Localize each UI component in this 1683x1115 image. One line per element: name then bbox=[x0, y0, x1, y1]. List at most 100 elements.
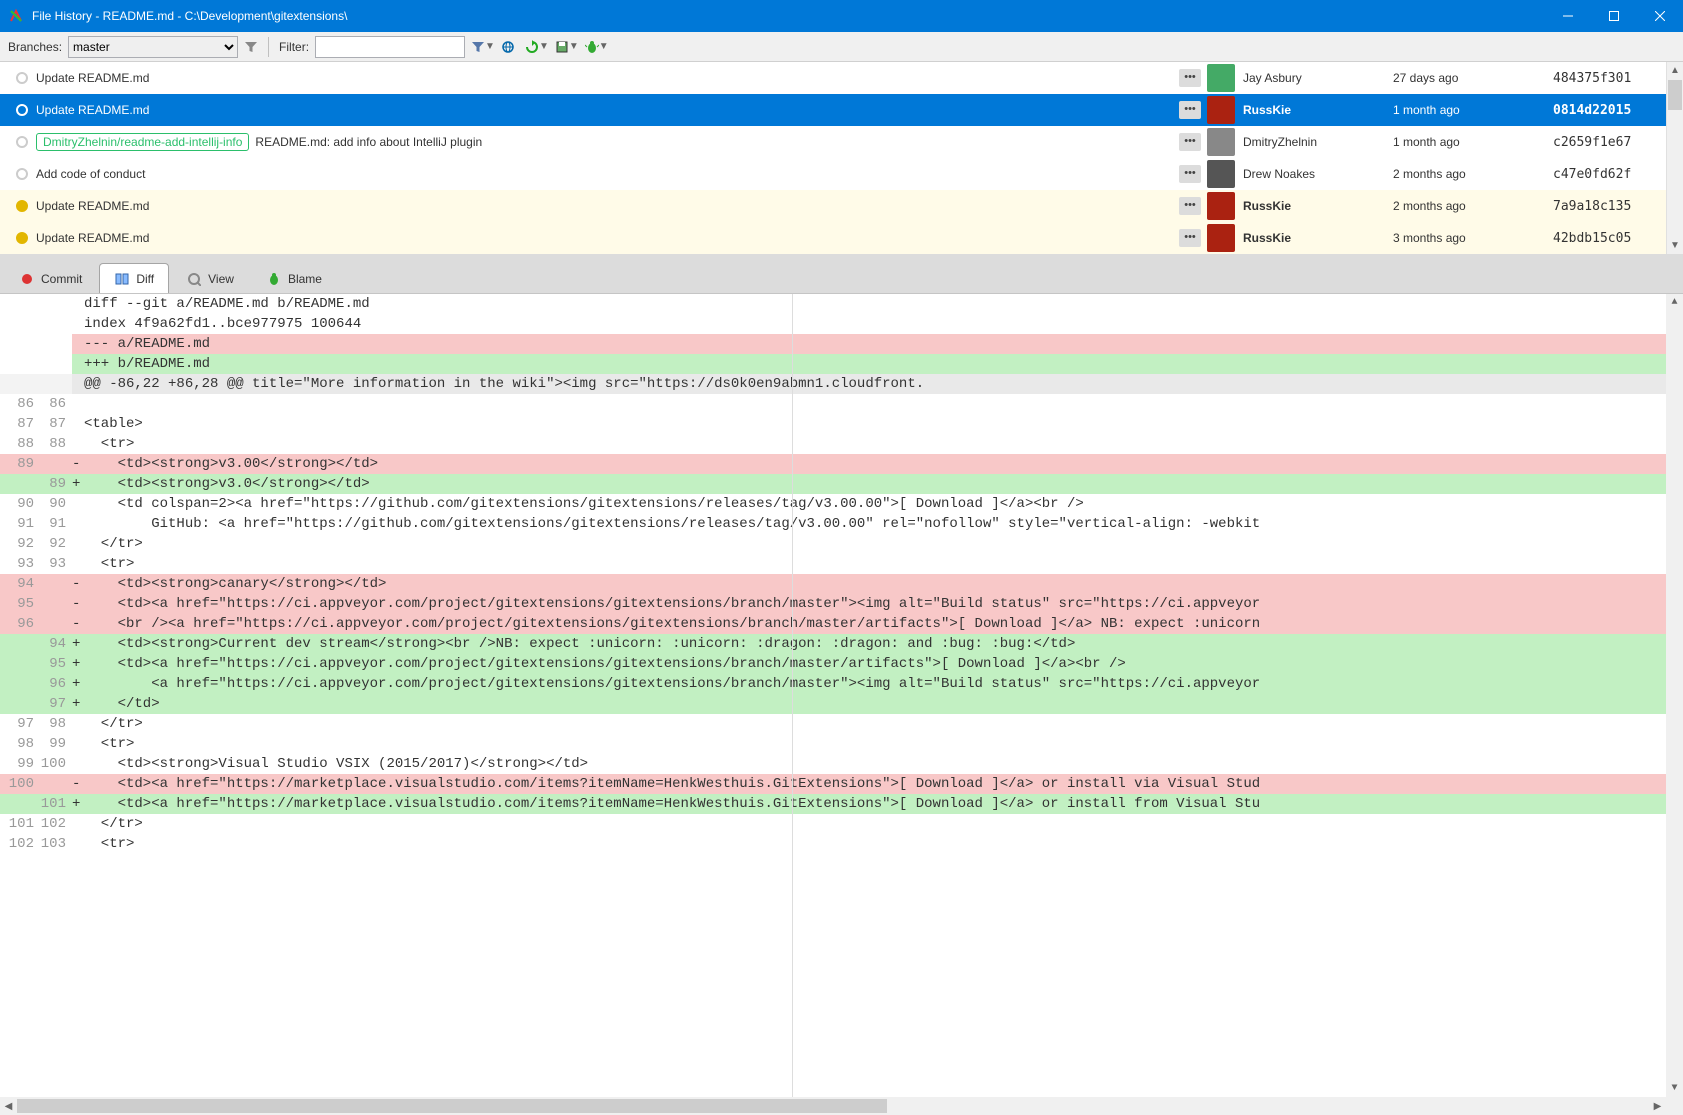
diff-line: @@ -86,22 +86,28 @@ title="More informat… bbox=[0, 374, 1683, 394]
app-icon bbox=[8, 8, 24, 24]
diff-line: 101102 </tr> bbox=[0, 814, 1683, 834]
commit-date: 2 months ago bbox=[1393, 167, 1553, 181]
diff-view[interactable]: diff --git a/README.md b/README.md index… bbox=[0, 294, 1683, 1097]
diff-line: 9899 <tr> bbox=[0, 734, 1683, 754]
commit-sha: 7a9a18c135 bbox=[1553, 199, 1683, 214]
titlebar: File History - README.md - C:\Developmen… bbox=[0, 0, 1683, 32]
toolbar: Branches: master Filter: ▼ ▼ ▼ ▼ bbox=[0, 32, 1683, 62]
avatar bbox=[1207, 224, 1235, 252]
scroll-track[interactable] bbox=[17, 1097, 1649, 1115]
avatar bbox=[1207, 160, 1235, 188]
diff-line: 8686 bbox=[0, 394, 1683, 414]
commit-more-icon[interactable]: ••• bbox=[1179, 101, 1201, 119]
commit-graph-dot bbox=[16, 72, 28, 84]
blame-icon bbox=[266, 271, 282, 287]
tab-commit-label: Commit bbox=[41, 272, 82, 286]
diff-line: +++ b/README.md bbox=[0, 354, 1683, 374]
commit-more-icon[interactable]: ••• bbox=[1179, 69, 1201, 87]
tab-diff[interactable]: Diff bbox=[99, 263, 169, 293]
filter-funnel-icon[interactable] bbox=[240, 36, 262, 58]
commit-more-icon[interactable]: ••• bbox=[1179, 229, 1201, 247]
commit-author: DmitryZhelnin bbox=[1243, 135, 1393, 149]
view-icon bbox=[186, 271, 202, 287]
tab-commit[interactable]: Commit bbox=[4, 263, 97, 293]
branch-select[interactable]: master bbox=[68, 36, 238, 58]
commit-message: Update README.md bbox=[34, 231, 1179, 245]
commit-row[interactable]: Update README.md••• RussKie2 months ago7a… bbox=[0, 190, 1683, 222]
commit-message: DmitryZhelnin/readme-add-intellij-infoRE… bbox=[34, 133, 1179, 151]
commit-date: 2 months ago bbox=[1393, 199, 1553, 213]
commit-sha: c2659f1e67 bbox=[1553, 135, 1683, 150]
diff-line: 9292 </tr> bbox=[0, 534, 1683, 554]
scroll-up-icon[interactable]: ▲ bbox=[1666, 294, 1683, 311]
commit-row[interactable]: Update README.md•••RussKie3 months ago42… bbox=[0, 222, 1683, 254]
diff-line: 102103 <tr> bbox=[0, 834, 1683, 854]
diff-line: diff --git a/README.md b/README.md bbox=[0, 294, 1683, 314]
commit-row[interactable]: Update README.md••• Jay Asbury27 days ago… bbox=[0, 62, 1683, 94]
diff-line: 101+ <td><a href="https://marketplace.vi… bbox=[0, 794, 1683, 814]
scroll-thumb[interactable] bbox=[1668, 80, 1682, 110]
maximize-button[interactable] bbox=[1591, 0, 1637, 32]
filter-input[interactable] bbox=[315, 36, 465, 58]
diff-line: 9393 <tr> bbox=[0, 554, 1683, 574]
tab-view[interactable]: View bbox=[171, 263, 249, 293]
minimize-button[interactable] bbox=[1545, 0, 1591, 32]
diff-line: 97+ </td> bbox=[0, 694, 1683, 714]
commit-message: Update README.md bbox=[34, 199, 1179, 213]
window-controls bbox=[1545, 0, 1683, 32]
globe-icon[interactable] bbox=[497, 36, 519, 58]
diff-scrollbar-vertical[interactable]: ▲ ▼ bbox=[1666, 294, 1683, 1097]
scroll-down-icon[interactable]: ▼ bbox=[1666, 1080, 1683, 1097]
diff-line: 9191 GitHub: <a href="https://github.com… bbox=[0, 514, 1683, 534]
commit-message: Update README.md bbox=[34, 103, 1179, 117]
scroll-down-icon[interactable]: ▼ bbox=[1667, 237, 1683, 254]
commit-date: 27 days ago bbox=[1393, 71, 1553, 85]
diff-line: --- a/README.md bbox=[0, 334, 1683, 354]
branches-label: Branches: bbox=[4, 40, 66, 54]
commit-list-scrollbar[interactable]: ▲ ▼ bbox=[1666, 62, 1683, 254]
commit-author: RussKie bbox=[1243, 199, 1393, 213]
diff-line: 9798 </tr> bbox=[0, 714, 1683, 734]
horizontal-scrollbar[interactable]: ◀ ▶ bbox=[0, 1097, 1683, 1115]
commit-graph-dot bbox=[16, 136, 28, 148]
avatar bbox=[1207, 128, 1235, 156]
commit-author: Jay Asbury bbox=[1243, 71, 1393, 85]
commit-row[interactable]: DmitryZhelnin/readme-add-intellij-infoRE… bbox=[0, 126, 1683, 158]
diff-line: 99100 <td><strong>Visual Studio VSIX (20… bbox=[0, 754, 1683, 774]
avatar bbox=[1207, 192, 1235, 220]
diff-icon bbox=[114, 271, 130, 287]
window-title: File History - README.md - C:\Developmen… bbox=[32, 9, 1545, 23]
commit-graph-dot bbox=[16, 168, 28, 180]
diff-line: 89+ <td><strong>v3.0</strong></td> bbox=[0, 474, 1683, 494]
scroll-thumb-horizontal[interactable] bbox=[17, 1099, 887, 1113]
diff-line: 94- <td><strong>canary</strong></td> bbox=[0, 574, 1683, 594]
commit-row[interactable]: Add code of conduct•••Drew Noakes2 month… bbox=[0, 158, 1683, 190]
tab-view-label: View bbox=[208, 272, 234, 286]
tab-blame[interactable]: Blame bbox=[251, 263, 337, 293]
commit-graph-dot bbox=[16, 200, 28, 212]
commit-date: 1 month ago bbox=[1393, 135, 1553, 149]
commit-more-icon[interactable]: ••• bbox=[1179, 197, 1201, 215]
diff-line: index 4f9a62fd1..bce977975 100644 bbox=[0, 314, 1683, 334]
commit-graph-dot bbox=[16, 104, 28, 116]
scroll-right-icon[interactable]: ▶ bbox=[1649, 1097, 1666, 1115]
commit-list[interactable]: Update README.md•••Jay Asbury27 days ago… bbox=[0, 62, 1683, 254]
diff-line: 89- <td><strong>v3.00</strong></td> bbox=[0, 454, 1683, 474]
branch-label[interactable]: DmitryZhelnin/readme-add-intellij-info bbox=[36, 133, 249, 151]
diff-line: 8787 <table> bbox=[0, 414, 1683, 434]
diff-line: 96+ <a href="https://ci.appveyor.com/pro… bbox=[0, 674, 1683, 694]
scroll-left-icon[interactable]: ◀ bbox=[0, 1097, 17, 1115]
diff-line: 95- <td><a href="https://ci.appveyor.com… bbox=[0, 594, 1683, 614]
commit-message: Add code of conduct bbox=[34, 167, 1179, 181]
scroll-up-icon[interactable]: ▲ bbox=[1667, 62, 1683, 79]
diff-line: 94+ <td><strong>Current dev stream</stro… bbox=[0, 634, 1683, 654]
commit-graph-dot bbox=[16, 232, 28, 244]
diff-line: 96- <br /><a href="https://ci.appveyor.c… bbox=[0, 614, 1683, 634]
commit-more-icon[interactable]: ••• bbox=[1179, 133, 1201, 151]
close-button[interactable] bbox=[1637, 0, 1683, 32]
commit-sha: 484375f301 bbox=[1553, 71, 1683, 86]
commit-message: Update README.md bbox=[34, 71, 1179, 85]
commit-more-icon[interactable]: ••• bbox=[1179, 165, 1201, 183]
toolbar-separator bbox=[268, 37, 269, 57]
commit-row[interactable]: Update README.md•••RussKie1 month ago081… bbox=[0, 94, 1683, 126]
